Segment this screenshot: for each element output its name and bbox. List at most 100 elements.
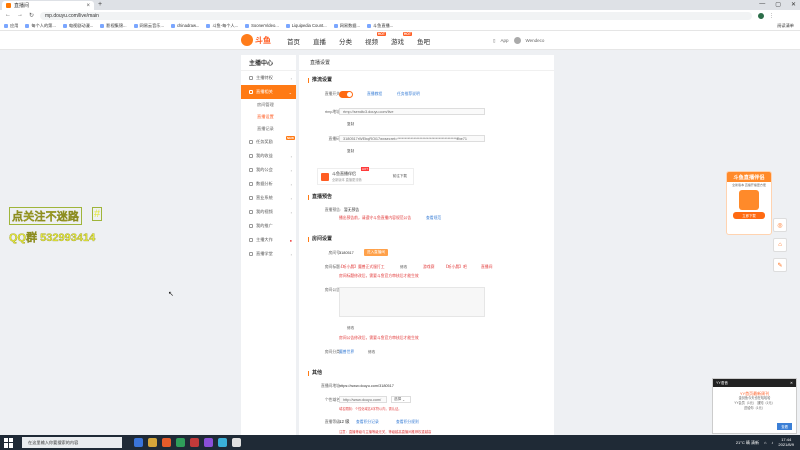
username[interactable]: Wendeco	[526, 38, 545, 43]
nav-category[interactable]: 分类	[339, 36, 352, 46]
custom-domain-label: 个性域名:	[324, 398, 341, 402]
bookmark-item[interactable]: 斗鱼-每个人...	[206, 23, 238, 29]
bookmark-item[interactable]: 影视集锦...	[100, 23, 127, 29]
hot-badge: HOT	[361, 167, 369, 171]
bookmark-item[interactable]: 电视剧动漫...	[62, 23, 93, 29]
edit-icon[interactable]: ✎	[773, 258, 787, 272]
bookmark-item[interactable]: 应用	[4, 23, 18, 29]
title-tag[interactable]: 【听小晨】吧	[444, 265, 467, 270]
taskbar-app-icon[interactable]	[190, 438, 199, 447]
sidebar-item-promotion[interactable]: 我的推广	[241, 219, 296, 233]
douyu-logo[interactable]: 斗鱼	[241, 34, 271, 46]
sidebar-item-income[interactable]: 我的收益 ›	[241, 149, 296, 163]
sidebar-item-privileges[interactable]: 主播特权 ›	[241, 71, 296, 85]
home-icon[interactable]: ⌂	[773, 238, 787, 252]
sidebar-item-business[interactable]: 营业系统 ›	[241, 191, 296, 205]
nav-video[interactable]: 视频 HOT	[365, 32, 386, 46]
weather-text[interactable]: 21°C 晴 清新	[736, 440, 759, 446]
level-label: 直播等级:	[324, 420, 341, 424]
browser-tab[interactable]: 直播间 ×	[2, 1, 94, 10]
points-record-link[interactable]: 查看积分记录	[356, 420, 379, 425]
nav-home[interactable]: 首页	[287, 36, 300, 46]
sidebar-item-videos[interactable]: 我的视频 ›	[241, 205, 296, 219]
title-tag[interactable]: 直播间	[481, 265, 492, 270]
sidebar-item-analytics[interactable]: 数据分析 ›	[241, 177, 296, 191]
title-tag[interactable]: 游戏赛	[423, 265, 434, 270]
companion-download-card[interactable]: 斗鱼直播伴侣 全新版本 直播开播更方便 立即下载	[726, 171, 772, 235]
reading-list[interactable]: 阅读清单	[777, 23, 800, 29]
reload-icon[interactable]: ↻	[29, 12, 34, 19]
nav-live[interactable]: 直播	[313, 36, 326, 46]
taskbar-app-icon[interactable]	[148, 438, 157, 447]
close-window-button[interactable]: ✕	[791, 1, 796, 8]
live-switch-toggle[interactable]	[339, 91, 353, 98]
record-icon[interactable]: ◎	[773, 218, 787, 232]
nav-fishbar[interactable]: 鱼吧	[417, 36, 430, 46]
sidebar-item-live[interactable]: 直播相关 ⌄	[241, 85, 296, 99]
bookmark-item[interactable]: 每个人的第...	[25, 23, 56, 29]
close-popup-icon[interactable]: ✕	[790, 381, 793, 385]
bookmark-item[interactable]: 斗鱼直播...	[366, 23, 393, 29]
stream-code-input[interactable]: 3180517rWEbqROi17wxsecret=**************…	[339, 135, 485, 142]
taskbar-app-icon[interactable]	[232, 438, 241, 447]
sidebar-sub-records[interactable]: 直播记录	[241, 123, 296, 135]
sidebar-item-guild[interactable]: 我的公会 ›	[241, 163, 296, 177]
minimize-button[interactable]: —	[759, 1, 765, 8]
promo-download-button[interactable]: 立即下载	[733, 212, 765, 219]
forward-icon[interactable]: →	[17, 12, 23, 19]
edit-title-button[interactable]: 修改	[400, 265, 407, 270]
header-right: ▯ App Wendeco	[493, 37, 544, 44]
bookmark-item[interactable]: SoonerVideo...	[245, 23, 279, 28]
sidebar-item-tasks[interactable]: 任务奖励 NEW	[241, 135, 296, 149]
sidebar-item-school[interactable]: 直播学堂 ›	[241, 247, 296, 261]
bookmark-item[interactable]: 网易数据...	[333, 23, 360, 29]
taskbar-app-icon[interactable]	[176, 438, 185, 447]
taskbar-search[interactable]: 在这里输入你要搜索的内容	[22, 437, 122, 448]
copy-code-button[interactable]: 复制	[347, 149, 354, 154]
sidebar-sub-settings[interactable]: 直播设置	[241, 111, 296, 123]
custom-domain-input[interactable]: http://www.douyu.com/	[339, 396, 387, 403]
sidebar-item-works[interactable]: 主播大作 ●	[241, 233, 296, 247]
close-tab-icon[interactable]: ×	[86, 3, 90, 9]
maximize-button[interactable]: ▢	[775, 1, 781, 8]
clock[interactable]: 17:44 2021/8/9	[778, 437, 794, 447]
nav-buttons: ← → ↻	[0, 12, 40, 19]
room-category-value[interactable]: 魔兽世界	[339, 350, 354, 355]
app-link[interactable]: App	[500, 38, 508, 43]
download-button[interactable]: 前往下载	[393, 174, 407, 179]
popup-view-button[interactable]: 查看	[777, 423, 792, 430]
new-tab-button[interactable]: +	[98, 1, 102, 8]
task-icon	[249, 140, 253, 144]
taskbar-app-icon[interactable]	[204, 438, 213, 447]
url-input[interactable]: mp.douyu.com/live/main	[40, 11, 752, 20]
hot-badge: HOT	[402, 32, 412, 36]
edit-notice-button[interactable]: 修改	[347, 326, 354, 331]
bookmark-item[interactable]: chinadraw...	[170, 23, 199, 28]
copy-rtmp-button[interactable]: 复制	[347, 122, 354, 127]
points-rules-link[interactable]: 查看积分规则	[396, 420, 419, 425]
taskbar-app-icon[interactable]	[218, 438, 227, 447]
user-avatar[interactable]	[513, 37, 521, 44]
rtmp-input[interactable]: rtmp://sendtc3.douyu.com/live	[339, 108, 485, 115]
task-info-link[interactable]: 任务推荐说明	[397, 92, 420, 97]
back-icon[interactable]: ←	[5, 12, 11, 19]
taskbar-app-icon[interactable]	[162, 438, 171, 447]
bookmark-item[interactable]: 网易云音乐...	[133, 23, 164, 29]
preview-value: 暂无预告	[344, 208, 360, 212]
profile-avatar[interactable]	[758, 12, 764, 19]
edit-category-button[interactable]: 修改	[368, 350, 375, 355]
room-notice-textarea[interactable]	[339, 287, 485, 317]
room-id-label: 房间号:	[328, 251, 341, 255]
volume-icon[interactable]: ♪	[771, 440, 773, 445]
bookmark-item[interactable]: Liquipedia Count...	[285, 23, 327, 28]
live-tutorial-link[interactable]: 直播教程	[367, 92, 382, 97]
windows-start-icon[interactable]	[4, 437, 14, 448]
enter-room-button[interactable]: 进入直播间	[364, 249, 388, 256]
domain-select[interactable]: 选择 ⌄	[391, 396, 411, 403]
nav-game[interactable]: 游戏 HOT	[391, 32, 412, 46]
network-icon[interactable]: ⌂	[764, 440, 766, 445]
preview-rules-link[interactable]: 查看规范	[426, 216, 441, 221]
sidebar-sub-room[interactable]: 房间管理	[241, 99, 296, 111]
taskbar-app-icon[interactable]	[134, 438, 143, 447]
menu-icon[interactable]: ⋮	[769, 13, 774, 19]
